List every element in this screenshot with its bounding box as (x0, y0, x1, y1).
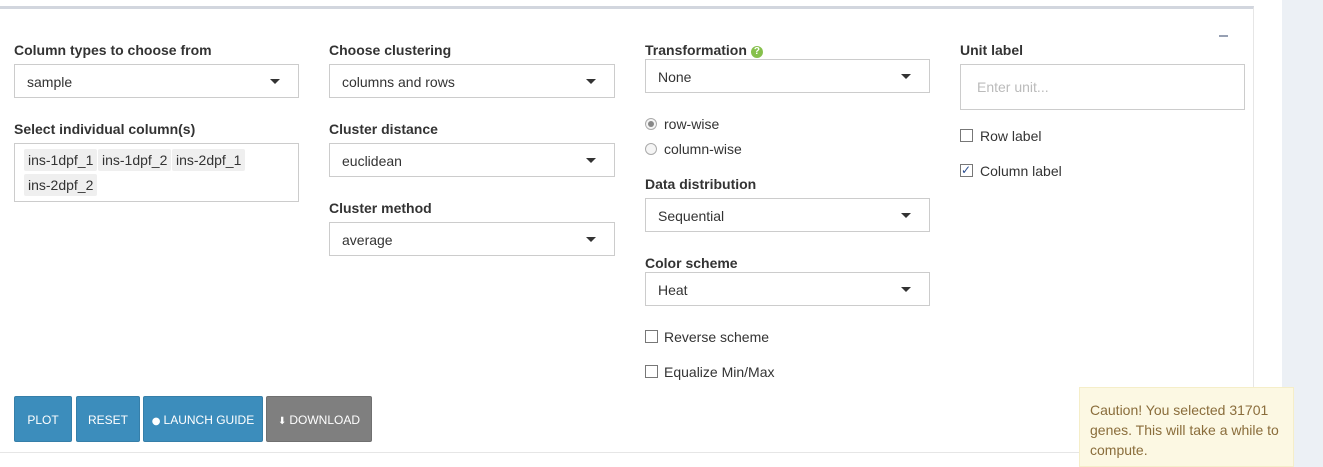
color-scheme-label: Color scheme (645, 255, 738, 271)
individual-columns-multiselect[interactable]: ins-1dpf_1 ins-1dpf_2 ins-2dpf_1 ins-2dp… (14, 143, 299, 202)
chevron-down-icon (901, 213, 911, 218)
transformation-select[interactable]: None (645, 59, 930, 93)
plot-button[interactable]: PLOT (14, 396, 72, 442)
column-label-checkbox[interactable] (960, 162, 973, 178)
row-label-checkbox[interactable] (960, 129, 973, 142)
cluster-distance-label: Cluster distance (329, 121, 438, 137)
color-scheme-value: Heat (658, 282, 688, 298)
reverse-scheme-checkbox[interactable] (645, 330, 658, 343)
transformation-label: Transformation? (645, 42, 763, 58)
reset-button-label: RESET (87, 413, 128, 427)
cluster-method-value: average (342, 232, 393, 248)
chevron-down-icon (901, 74, 911, 79)
column-types-value: sample (27, 74, 73, 90)
cluster-method-label: Cluster method (329, 200, 432, 216)
color-scheme-select[interactable]: Heat (645, 272, 930, 306)
question-circle-icon[interactable]: ? (750, 46, 763, 58)
column-label-text: Column label (980, 163, 1062, 179)
clustering-label: Choose clustering (329, 42, 452, 58)
row-wise-radio[interactable] (645, 118, 657, 130)
warning-notification-text: Caution! You selected 31701 genes. This … (1090, 402, 1279, 458)
clustering-select[interactable]: columns and rows (329, 64, 615, 98)
row-label-text: Row label (980, 128, 1042, 144)
chevron-down-icon (586, 237, 596, 242)
column-tag[interactable]: ins-1dpf_1 (24, 149, 98, 171)
chevron-down-icon (270, 79, 280, 84)
launch-guide-label: LAUNCH GUIDE (163, 413, 255, 427)
column-tag[interactable]: ins-2dpf_1 (172, 149, 246, 171)
chevron-down-icon (901, 287, 911, 292)
cluster-distance-select[interactable]: euclidean (329, 143, 615, 177)
column-tag[interactable]: ins-2dpf_2 (24, 174, 98, 196)
column-wise-radio[interactable] (645, 143, 657, 155)
reset-button[interactable]: RESET (76, 396, 140, 442)
cluster-method-select[interactable]: average (329, 222, 615, 256)
launch-guide-button[interactable]: ● LAUNCH GUIDE (143, 396, 263, 442)
column-types-label: Column types to choose from (14, 42, 212, 58)
column-tag[interactable]: ins-1dpf_2 (98, 149, 172, 171)
transformation-value: None (658, 69, 692, 85)
unit-input[interactable] (960, 64, 1245, 110)
individual-columns-label: Select individual column(s) (14, 121, 196, 137)
chevron-down-icon (586, 158, 596, 163)
clustering-value: columns and rows (342, 74, 455, 90)
data-distribution-value: Sequential (658, 208, 725, 224)
reverse-scheme-label: Reverse scheme (664, 329, 770, 345)
question-circle-icon: ● (151, 416, 161, 427)
column-types-select[interactable]: sample (14, 64, 299, 98)
download-button[interactable]: ⬇ DOWNLOAD (266, 396, 372, 442)
equalize-checkbox[interactable] (645, 365, 658, 378)
plot-button-label: PLOT (27, 413, 59, 427)
download-icon: ⬇ (277, 416, 287, 427)
collapse-icon[interactable] (1219, 27, 1229, 43)
data-distribution-label: Data distribution (645, 176, 757, 192)
download-label: DOWNLOAD (289, 413, 361, 427)
unit-label-heading: Unit label (960, 42, 1024, 58)
column-wise-label: column-wise (664, 141, 742, 157)
equalize-label: Equalize Min/Max (664, 364, 775, 380)
row-wise-label: row-wise (664, 116, 720, 132)
warning-notification[interactable]: Caution! You selected 31701 genes. This … (1079, 387, 1294, 467)
transformation-label-text: Transformation (645, 42, 747, 58)
chevron-down-icon (586, 79, 596, 84)
data-distribution-select[interactable]: Sequential (645, 198, 930, 232)
cluster-distance-value: euclidean (342, 153, 402, 169)
